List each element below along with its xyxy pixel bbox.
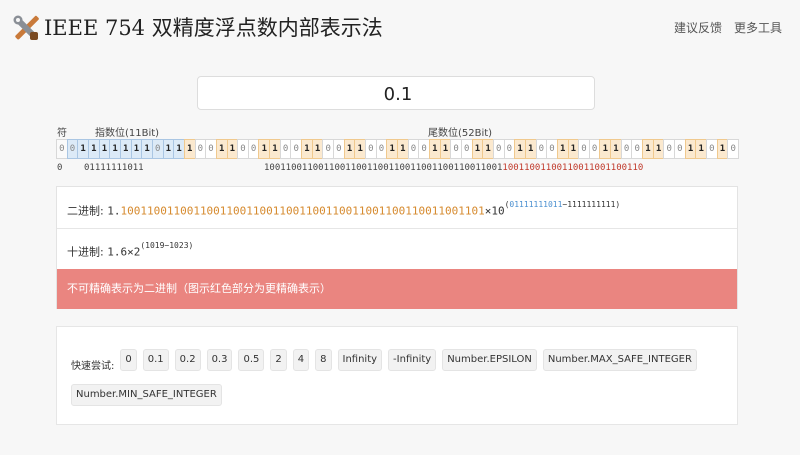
- decimal-row: 十进制: 1.6×2(1019−1023): [57, 229, 737, 269]
- quick-try-chip[interactable]: 0.2: [174, 349, 201, 371]
- decimal-base: 1.6×2: [107, 245, 141, 259]
- quick-try-chip[interactable]: 0: [120, 349, 137, 371]
- binary-mantissa: 1001100110011001100110011001100110011001…: [120, 204, 485, 218]
- bit-grid: 0011111110111001100110011001100110011001…: [56, 139, 739, 159]
- binary-label: 二进制:: [67, 204, 104, 218]
- mantissa-value-main: 1001100110011001100110011001100110011001…: [264, 163, 503, 173]
- header: IEEE 754 双精度浮点数内部表示法 建议反馈 更多工具: [0, 0, 800, 56]
- quick-try-chip[interactable]: Number.MIN_SAFE_INTEGER: [71, 384, 222, 406]
- number-input-wrapper: [197, 76, 598, 111]
- binary-exponent: (01111111011−1111111111): [505, 200, 621, 209]
- binary-exponent-bias: −1111111111): [562, 200, 621, 209]
- top-nav: 建议反馈 更多工具: [674, 19, 782, 36]
- decimal-exponent: (1019−1023): [140, 241, 194, 250]
- sign-label: 符: [57, 128, 67, 139]
- quick-try-chip[interactable]: 4: [292, 349, 310, 371]
- sign-value: 0: [57, 163, 63, 173]
- binary-row: 二进制: 1.100110011001100110011001100110011…: [57, 187, 737, 229]
- precision-alert: 不可精确表示为二进制（图示红色部分为更精确表示）: [57, 269, 737, 309]
- mantissa-value: 1001100110011001100110011001100110011001…: [264, 163, 643, 173]
- exponent-label: 指数位(11Bit): [95, 128, 160, 139]
- quick-try-chip[interactable]: Number.EPSILON: [442, 349, 537, 371]
- quick-try-label: 快速尝试:: [71, 360, 115, 372]
- binary-prefix: 1.: [107, 204, 121, 218]
- page-title: IEEE 754 双精度浮点数内部表示法: [44, 16, 383, 40]
- quick-try-chip[interactable]: 0.1: [142, 349, 169, 371]
- quick-try-chip[interactable]: 2: [270, 349, 287, 371]
- binary-exponent-bits: 01111111011: [509, 200, 563, 209]
- quick-try-chip[interactable]: 0.5: [238, 349, 265, 371]
- quick-try-chip[interactable]: Infinity: [337, 349, 383, 371]
- mantissa-label: 尾数位(52Bit): [428, 128, 493, 139]
- quick-try-panel: 快速尝试:0 0.1 0.2 0.3 0.5 2 4 8 Infinity -Infinity Nu…: [56, 326, 738, 425]
- exponent-value: 01111111011: [84, 163, 144, 173]
- binary-times: ×10: [484, 204, 505, 218]
- quick-try-chip[interactable]: 8: [315, 349, 332, 371]
- quick-try-chip[interactable]: 0.3: [206, 349, 233, 371]
- nav-feedback-link[interactable]: 建议反馈: [674, 19, 722, 36]
- quick-try-chips: 0 0.1 0.2 0.3 0.5 2 4 8 Infinity -Infinity Number.…: [71, 349, 703, 410]
- nav-more-tools-link[interactable]: 更多工具: [734, 19, 782, 36]
- mantissa-bit[interactable]: 0: [727, 139, 739, 159]
- quick-try-chip[interactable]: -Infinity: [388, 349, 437, 371]
- result-panel: 二进制: 1.100110011001100110011001100110011…: [56, 186, 738, 309]
- number-input[interactable]: [198, 77, 598, 111]
- quick-try-chip[interactable]: Number.MAX_SAFE_INTEGER: [542, 349, 697, 371]
- tools-icon: [13, 15, 39, 40]
- mantissa-value-precise: 10011001100110011001100110: [502, 163, 644, 173]
- decimal-label: 十进制:: [67, 245, 104, 259]
